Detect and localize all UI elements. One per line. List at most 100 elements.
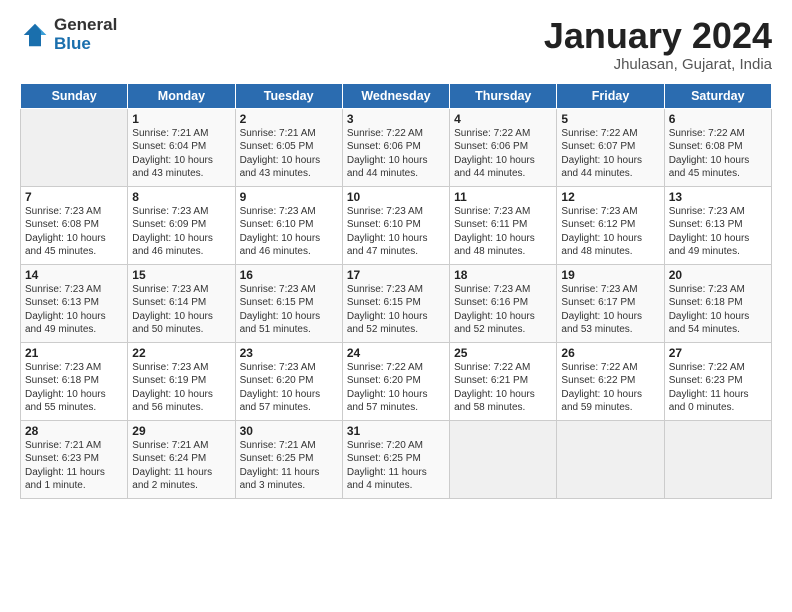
day-info: Sunrise: 7:23 AMSunset: 6:10 PMDaylight:…: [347, 205, 445, 259]
day-info: Sunrise: 7:23 AMSunset: 6:13 PMDaylight:…: [25, 283, 123, 337]
calendar-cell: 18Sunrise: 7:23 AMSunset: 6:16 PMDayligh…: [450, 264, 557, 342]
calendar-cell: 25Sunrise: 7:22 AMSunset: 6:21 PMDayligh…: [450, 342, 557, 420]
calendar-table: SundayMondayTuesdayWednesdayThursdayFrid…: [20, 83, 772, 499]
day-info: Sunrise: 7:23 AMSunset: 6:18 PMDaylight:…: [669, 283, 767, 337]
day-info: Sunrise: 7:21 AMSunset: 6:23 PMDaylight:…: [25, 439, 123, 493]
week-row-1: 1Sunrise: 7:21 AMSunset: 6:04 PMDaylight…: [21, 108, 772, 186]
calendar-cell: 19Sunrise: 7:23 AMSunset: 6:17 PMDayligh…: [557, 264, 664, 342]
day-number: 21: [25, 346, 123, 360]
day-number: 24: [347, 346, 445, 360]
day-info: Sunrise: 7:23 AMSunset: 6:12 PMDaylight:…: [561, 205, 659, 259]
day-info: Sunrise: 7:23 AMSunset: 6:20 PMDaylight:…: [240, 361, 338, 415]
header: General Blue January 2024 Jhulasan, Guja…: [20, 16, 772, 73]
logo-icon: [20, 20, 50, 50]
day-info: Sunrise: 7:22 AMSunset: 6:06 PMDaylight:…: [347, 127, 445, 181]
day-number: 4: [454, 112, 552, 126]
day-number: 9: [240, 190, 338, 204]
calendar-cell: 12Sunrise: 7:23 AMSunset: 6:12 PMDayligh…: [557, 186, 664, 264]
day-header-monday: Monday: [128, 83, 235, 108]
day-number: 16: [240, 268, 338, 282]
day-number: 27: [669, 346, 767, 360]
day-number: 25: [454, 346, 552, 360]
day-number: 23: [240, 346, 338, 360]
day-number: 1: [132, 112, 230, 126]
day-info: Sunrise: 7:23 AMSunset: 6:14 PMDaylight:…: [132, 283, 230, 337]
day-info: Sunrise: 7:23 AMSunset: 6:15 PMDaylight:…: [240, 283, 338, 337]
calendar-cell: 2Sunrise: 7:21 AMSunset: 6:05 PMDaylight…: [235, 108, 342, 186]
calendar-cell: 6Sunrise: 7:22 AMSunset: 6:08 PMDaylight…: [664, 108, 771, 186]
calendar-cell: 14Sunrise: 7:23 AMSunset: 6:13 PMDayligh…: [21, 264, 128, 342]
calendar-cell: 5Sunrise: 7:22 AMSunset: 6:07 PMDaylight…: [557, 108, 664, 186]
day-info: Sunrise: 7:23 AMSunset: 6:10 PMDaylight:…: [240, 205, 338, 259]
day-info: Sunrise: 7:22 AMSunset: 6:20 PMDaylight:…: [347, 361, 445, 415]
day-number: 22: [132, 346, 230, 360]
day-number: 7: [25, 190, 123, 204]
day-number: 29: [132, 424, 230, 438]
day-info: Sunrise: 7:21 AMSunset: 6:04 PMDaylight:…: [132, 127, 230, 181]
day-info: Sunrise: 7:21 AMSunset: 6:24 PMDaylight:…: [132, 439, 230, 493]
day-info: Sunrise: 7:23 AMSunset: 6:18 PMDaylight:…: [25, 361, 123, 415]
day-info: Sunrise: 7:22 AMSunset: 6:08 PMDaylight:…: [669, 127, 767, 181]
calendar-cell: [21, 108, 128, 186]
calendar-cell: [557, 420, 664, 498]
calendar-cell: 7Sunrise: 7:23 AMSunset: 6:08 PMDaylight…: [21, 186, 128, 264]
calendar-cell: 28Sunrise: 7:21 AMSunset: 6:23 PMDayligh…: [21, 420, 128, 498]
day-info: Sunrise: 7:23 AMSunset: 6:13 PMDaylight:…: [669, 205, 767, 259]
calendar-cell: 30Sunrise: 7:21 AMSunset: 6:25 PMDayligh…: [235, 420, 342, 498]
calendar-cell: 11Sunrise: 7:23 AMSunset: 6:11 PMDayligh…: [450, 186, 557, 264]
calendar-cell: 29Sunrise: 7:21 AMSunset: 6:24 PMDayligh…: [128, 420, 235, 498]
day-info: Sunrise: 7:22 AMSunset: 6:07 PMDaylight:…: [561, 127, 659, 181]
day-header-friday: Friday: [557, 83, 664, 108]
day-header-thursday: Thursday: [450, 83, 557, 108]
days-header-row: SundayMondayTuesdayWednesdayThursdayFrid…: [21, 83, 772, 108]
day-number: 15: [132, 268, 230, 282]
calendar-cell: [664, 420, 771, 498]
logo-blue-text: Blue: [54, 35, 117, 54]
day-info: Sunrise: 7:22 AMSunset: 6:23 PMDaylight:…: [669, 361, 767, 415]
day-number: 30: [240, 424, 338, 438]
calendar-cell: 26Sunrise: 7:22 AMSunset: 6:22 PMDayligh…: [557, 342, 664, 420]
calendar-cell: 4Sunrise: 7:22 AMSunset: 6:06 PMDaylight…: [450, 108, 557, 186]
day-number: 20: [669, 268, 767, 282]
day-number: 8: [132, 190, 230, 204]
calendar-location: Jhulasan, Gujarat, India: [544, 56, 772, 73]
week-row-5: 28Sunrise: 7:21 AMSunset: 6:23 PMDayligh…: [21, 420, 772, 498]
day-number: 31: [347, 424, 445, 438]
page: General Blue January 2024 Jhulasan, Guja…: [0, 0, 792, 612]
day-number: 10: [347, 190, 445, 204]
calendar-cell: 16Sunrise: 7:23 AMSunset: 6:15 PMDayligh…: [235, 264, 342, 342]
day-number: 26: [561, 346, 659, 360]
day-info: Sunrise: 7:23 AMSunset: 6:17 PMDaylight:…: [561, 283, 659, 337]
calendar-cell: 8Sunrise: 7:23 AMSunset: 6:09 PMDaylight…: [128, 186, 235, 264]
week-row-2: 7Sunrise: 7:23 AMSunset: 6:08 PMDaylight…: [21, 186, 772, 264]
week-row-3: 14Sunrise: 7:23 AMSunset: 6:13 PMDayligh…: [21, 264, 772, 342]
calendar-cell: 23Sunrise: 7:23 AMSunset: 6:20 PMDayligh…: [235, 342, 342, 420]
calendar-cell: 10Sunrise: 7:23 AMSunset: 6:10 PMDayligh…: [342, 186, 449, 264]
day-info: Sunrise: 7:23 AMSunset: 6:19 PMDaylight:…: [132, 361, 230, 415]
day-info: Sunrise: 7:21 AMSunset: 6:25 PMDaylight:…: [240, 439, 338, 493]
calendar-cell: 21Sunrise: 7:23 AMSunset: 6:18 PMDayligh…: [21, 342, 128, 420]
day-header-sunday: Sunday: [21, 83, 128, 108]
calendar-cell: 27Sunrise: 7:22 AMSunset: 6:23 PMDayligh…: [664, 342, 771, 420]
week-row-4: 21Sunrise: 7:23 AMSunset: 6:18 PMDayligh…: [21, 342, 772, 420]
day-info: Sunrise: 7:21 AMSunset: 6:05 PMDaylight:…: [240, 127, 338, 181]
day-info: Sunrise: 7:23 AMSunset: 6:15 PMDaylight:…: [347, 283, 445, 337]
day-number: 12: [561, 190, 659, 204]
day-number: 19: [561, 268, 659, 282]
day-info: Sunrise: 7:23 AMSunset: 6:09 PMDaylight:…: [132, 205, 230, 259]
day-info: Sunrise: 7:22 AMSunset: 6:22 PMDaylight:…: [561, 361, 659, 415]
calendar-cell: 31Sunrise: 7:20 AMSunset: 6:25 PMDayligh…: [342, 420, 449, 498]
day-info: Sunrise: 7:22 AMSunset: 6:06 PMDaylight:…: [454, 127, 552, 181]
day-number: 17: [347, 268, 445, 282]
day-info: Sunrise: 7:23 AMSunset: 6:08 PMDaylight:…: [25, 205, 123, 259]
calendar-cell: 3Sunrise: 7:22 AMSunset: 6:06 PMDaylight…: [342, 108, 449, 186]
calendar-cell: 9Sunrise: 7:23 AMSunset: 6:10 PMDaylight…: [235, 186, 342, 264]
day-number: 5: [561, 112, 659, 126]
calendar-cell: 20Sunrise: 7:23 AMSunset: 6:18 PMDayligh…: [664, 264, 771, 342]
logo-general-text: General: [54, 16, 117, 35]
day-number: 14: [25, 268, 123, 282]
day-header-wednesday: Wednesday: [342, 83, 449, 108]
day-number: 2: [240, 112, 338, 126]
calendar-cell: 13Sunrise: 7:23 AMSunset: 6:13 PMDayligh…: [664, 186, 771, 264]
day-info: Sunrise: 7:23 AMSunset: 6:11 PMDaylight:…: [454, 205, 552, 259]
